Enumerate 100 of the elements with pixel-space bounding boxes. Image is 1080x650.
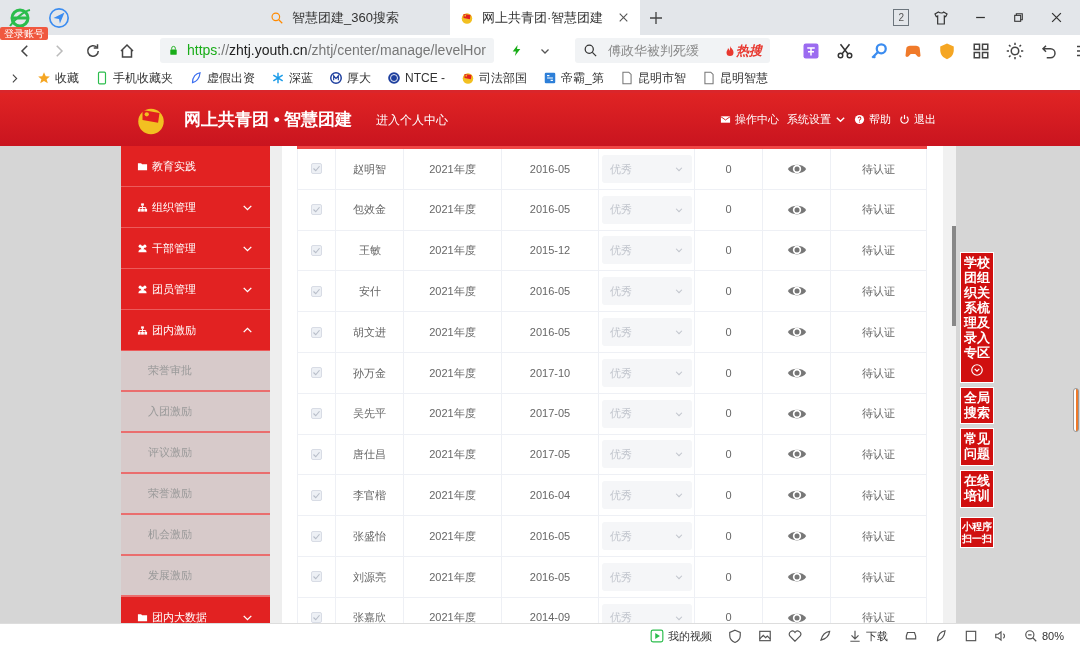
date-cell-text: 2014-09: [529, 610, 571, 623]
row-checkbox[interactable]: [311, 489, 322, 501]
name-cell-text: 吴先平: [353, 406, 386, 422]
date-cell-text: 2016-05: [529, 161, 571, 177]
personal-center-link[interactable]: 进入个人中心: [376, 110, 449, 129]
bookmark-link[interactable]: 昆明市智: [619, 69, 686, 87]
bookmark-link[interactable]: 昆明智慧: [701, 69, 768, 87]
apps-icon[interactable]: [971, 41, 990, 60]
date-cell-text: 2017-10: [529, 365, 571, 381]
tab-count[interactable]: 2: [893, 9, 909, 26]
close-icon[interactable]: [1049, 10, 1064, 25]
new-tab-icon[interactable]: [648, 9, 664, 26]
search-field[interactable]: 傅政华被判死缓 热搜: [574, 38, 770, 63]
my-video-button[interactable]: 我的视频: [649, 627, 712, 645]
name-cell-text: 唐仕昌: [353, 447, 386, 463]
year-cell-text: 2021年度: [429, 284, 476, 300]
nav-link[interactable]: 操作中心: [720, 111, 779, 128]
brightness-icon[interactable]: [1005, 41, 1024, 60]
scissors-icon[interactable]: [835, 41, 854, 60]
count-cell-text: 0: [725, 161, 732, 177]
sidebar-item[interactable]: 教育实践: [121, 146, 270, 187]
row-checkbox[interactable]: [311, 326, 322, 338]
date-cell-text: 2016-05: [529, 528, 571, 544]
status-cell-text: 待认证: [862, 243, 895, 259]
check-icon: [312, 449, 321, 459]
address-field[interactable]: https://zhtj.youth.cn/zhtj/center/manage/levelHor: [160, 38, 494, 63]
bookmark-link[interactable]: 虚假出资: [189, 69, 255, 87]
window-icon[interactable]: [963, 629, 978, 643]
nav-link[interactable]: 帮助: [854, 111, 891, 128]
bookmark-link[interactable]: 帝霸_第: [543, 69, 604, 87]
tab-title: 网上共青团·智慧团建: [482, 8, 605, 27]
date-cell-text: 2015-12: [529, 243, 571, 259]
bookmark-link[interactable]: 司法部国: [461, 69, 527, 87]
shirt-icon[interactable]: [933, 9, 949, 26]
row-checkbox[interactable]: [311, 448, 322, 460]
bookmark-link[interactable]: NTCE -: [387, 69, 445, 87]
date-cell-text: 2016-05: [529, 202, 571, 218]
leaf-icon: [189, 71, 203, 85]
bookmark-link[interactable]: 深蓝: [271, 69, 313, 87]
sidebar-item[interactable]: 团员管理: [121, 269, 270, 310]
row-checkbox[interactable]: [311, 408, 322, 420]
year-cell-text: 2021年度: [429, 202, 476, 218]
browser-tab[interactable]: 网上共青团·智慧团建: [450, 0, 640, 35]
key-icon[interactable]: [869, 41, 888, 60]
status-cell-text: 待认证: [862, 569, 895, 585]
row-checkbox[interactable]: [311, 285, 322, 297]
status-cell-text: 待认证: [862, 324, 895, 340]
nav-link[interactable]: 系统设置: [787, 111, 846, 128]
hot-search-link[interactable]: 热搜: [723, 40, 762, 61]
check-icon: [312, 327, 321, 337]
search-icon: [270, 10, 284, 25]
row-checkbox[interactable]: [311, 245, 322, 256]
side-button[interactable]: 常见问题: [960, 428, 994, 467]
download-button[interactable]: 下载: [847, 627, 888, 645]
side-button[interactable]: 小程序扫一扫: [960, 517, 994, 549]
sidebar-item[interactable]: 组织管理: [121, 187, 270, 228]
row-checkbox[interactable]: [311, 571, 322, 583]
status-cell-text: 待认证: [862, 488, 895, 503]
name-cell-text: 李官楷: [353, 488, 386, 503]
badge-icon: [329, 71, 343, 85]
count-cell-text: 0: [725, 324, 732, 340]
translate-icon[interactable]: [801, 41, 820, 60]
check-icon: [312, 286, 321, 296]
side-button[interactable]: 在线培训: [960, 470, 994, 509]
row-checkbox[interactable]: [311, 530, 322, 542]
check-icon: [312, 368, 321, 378]
name-cell-text: 王敏: [358, 243, 381, 259]
car-icon[interactable]: [903, 629, 918, 643]
browser-tab[interactable]: 智慧团建_360搜索: [260, 0, 450, 35]
row-checkbox[interactable]: [311, 204, 322, 216]
page-scrollbar-thumb[interactable]: [1073, 388, 1079, 432]
sidebar-item[interactable]: 团内大数据: [121, 597, 270, 623]
side-button[interactable]: 全局搜索: [960, 386, 994, 425]
close-icon[interactable]: [617, 11, 630, 24]
side-button[interactable]: 学校团组织关系梳理及录入专区: [960, 252, 994, 383]
speaker-icon[interactable]: [993, 629, 1008, 643]
sidebar-item[interactable]: 干部管理: [121, 228, 270, 269]
home-icon[interactable]: [118, 41, 136, 60]
heart-pulse-icon[interactable]: [787, 629, 802, 643]
bookmark-link[interactable]: 手机收藏夹: [95, 69, 173, 87]
compass-icon[interactable]: [48, 6, 70, 29]
date-cell-text: 2016-05: [529, 569, 571, 585]
row-checkbox[interactable]: [311, 163, 322, 175]
page-icon: [619, 71, 634, 85]
image-icon[interactable]: [757, 629, 772, 643]
name-cell-text: 张嘉欣: [353, 610, 386, 623]
zoom-button[interactable]: 80%: [1023, 627, 1064, 645]
row-checkbox[interactable]: [311, 367, 322, 379]
bookmark-link[interactable]: 厚大: [329, 69, 371, 87]
check-icon: [312, 613, 321, 623]
reload-icon[interactable]: [84, 41, 102, 60]
scrollbar-thumb[interactable]: [952, 226, 956, 326]
nav-link[interactable]: 退出: [899, 111, 936, 128]
year-cell-text: 2021年度: [429, 528, 476, 544]
bookmark-link[interactable]: 收藏: [37, 69, 79, 87]
shield-icon[interactable]: [727, 629, 742, 643]
login-badge[interactable]: 登录账号: [0, 27, 48, 40]
count-cell-text: 0: [725, 569, 732, 585]
restore-icon[interactable]: [1012, 11, 1025, 24]
sidebar-item[interactable]: 团内激励: [121, 310, 270, 351]
